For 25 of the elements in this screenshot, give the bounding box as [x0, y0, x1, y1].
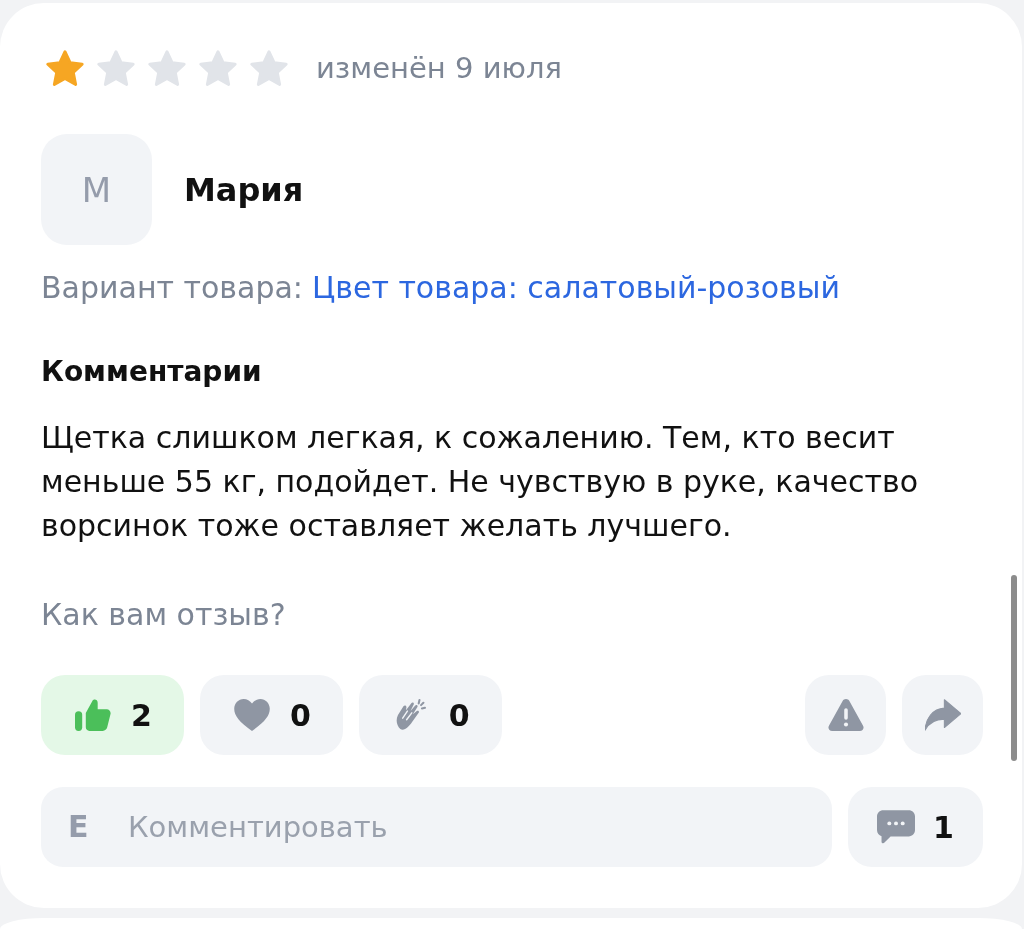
heart-icon — [233, 699, 270, 731]
speech-bubble-icon — [877, 810, 916, 844]
comments-button[interactable]: 1 — [848, 787, 983, 867]
star-icon — [46, 50, 84, 86]
review-date: изменён 9 июля — [316, 51, 562, 85]
comment-heading: Комментарии — [41, 354, 263, 390]
star-icon — [199, 50, 237, 86]
reaction-button[interactable]: 0 — [199, 675, 343, 755]
report-button[interactable] — [805, 675, 886, 755]
author-name: Мария — [184, 170, 304, 209]
reaction-button[interactable]: 0 — [358, 675, 502, 755]
star-icon — [250, 50, 288, 86]
variant-label: Вариант товара: — [41, 269, 303, 307]
curved-arrow-icon — [924, 699, 961, 731]
exclamation-triangle-icon — [827, 699, 864, 731]
thumbs-up-icon — [75, 699, 111, 731]
review-text: Щетка слишком легкая, к сожалению. Тем, кто весит меньше 55 кг, подойдет. Не чувствую в руке, качество ворсинок тоже оставляет желать лучшего. — [41, 419, 920, 545]
feedback-prompt: Как вам отзыв? — [41, 596, 287, 634]
variant-link[interactable]: Цвет товара: салатовый-розовый — [311, 268, 840, 308]
star-icon — [97, 50, 135, 86]
share-button[interactable] — [902, 675, 983, 755]
avatar-initial: М — [41, 134, 152, 245]
user-initial: Е — [68, 812, 89, 842]
reaction-button[interactable]: 2 — [41, 675, 184, 755]
star-icon — [148, 50, 186, 86]
